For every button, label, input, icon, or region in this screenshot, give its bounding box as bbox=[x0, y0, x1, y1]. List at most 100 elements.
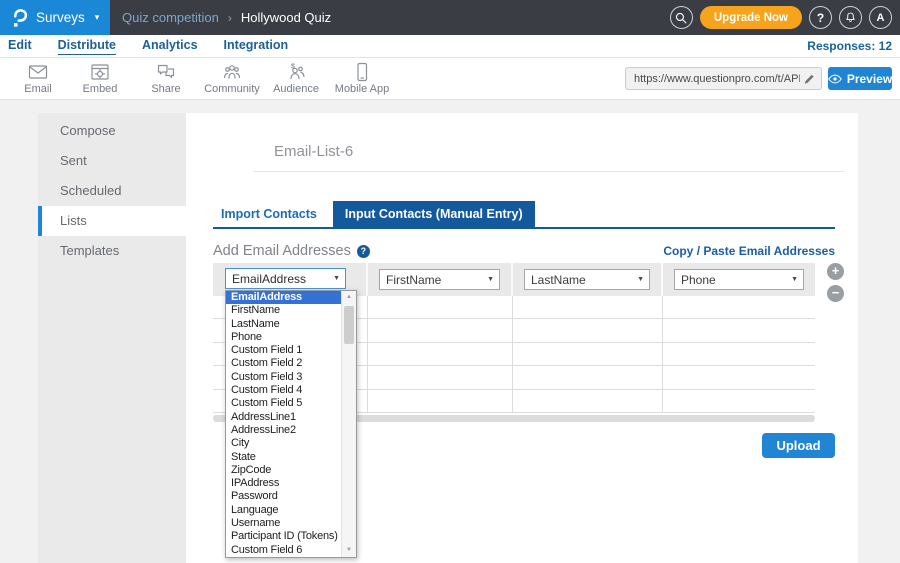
dropdown-option-phone[interactable]: Phone bbox=[226, 331, 356, 344]
table-cell-input[interactable] bbox=[513, 296, 663, 318]
table-cell-input[interactable] bbox=[513, 319, 663, 341]
tab-import-contacts[interactable]: Import Contacts bbox=[213, 201, 325, 227]
dropdown-option-addressline1[interactable]: AddressLine1 bbox=[226, 411, 356, 424]
table-cell-input[interactable] bbox=[368, 343, 513, 365]
survey-url-input[interactable] bbox=[626, 73, 803, 85]
add-row-button[interactable]: + bbox=[827, 263, 844, 280]
toolbar-item-label: Community bbox=[204, 83, 260, 95]
section-heading: Add Email Addresses ? bbox=[213, 243, 370, 259]
select-arrow-icon: ▼ bbox=[487, 276, 494, 283]
tab-input-contacts-manual-entry[interactable]: Input Contacts (Manual Entry) bbox=[333, 201, 535, 227]
preview-label: Preview bbox=[847, 72, 892, 86]
search-button[interactable] bbox=[670, 6, 693, 29]
nav-item-edit[interactable]: Edit bbox=[8, 38, 32, 54]
table-cell-input[interactable] bbox=[368, 366, 513, 388]
dropdown-option-custom-field-6[interactable]: Custom Field 6 bbox=[226, 544, 356, 557]
sidebar-item-sent[interactable]: Sent bbox=[38, 146, 186, 176]
select-arrow-icon: ▼ bbox=[333, 275, 340, 282]
sidebar-item-lists[interactable]: Lists bbox=[38, 206, 186, 236]
distribute-toolbar: Email Embed Share Community $ Audience M… bbox=[0, 58, 900, 100]
questionpro-logo-icon bbox=[11, 7, 28, 29]
avatar[interactable]: A bbox=[869, 6, 892, 29]
toolbar-item-audience[interactable]: $ Audience bbox=[272, 61, 320, 95]
responses-count[interactable]: Responses: 12 bbox=[807, 39, 892, 53]
dropdown-option-username[interactable]: Username bbox=[226, 517, 356, 530]
column-select-value: FirstName bbox=[386, 273, 441, 287]
table-cell-input[interactable] bbox=[663, 390, 815, 412]
dropdown-option-custom-field-2[interactable]: Custom Field 2 bbox=[226, 357, 356, 370]
nav-item-distribute[interactable]: Distribute bbox=[58, 38, 116, 55]
table-cell-input[interactable] bbox=[513, 390, 663, 412]
dropdown-option-emailaddress[interactable]: EmailAddress bbox=[226, 291, 356, 304]
dropdown-option-participant-id-tokens[interactable]: Participant ID (Tokens) bbox=[226, 530, 356, 543]
notifications-button[interactable] bbox=[839, 6, 862, 29]
dropdown-option-ipaddress[interactable]: IPAddress bbox=[226, 477, 356, 490]
sidebar-item-compose[interactable]: Compose bbox=[38, 116, 186, 146]
share-icon bbox=[142, 61, 190, 83]
dropdown-option-zipcode[interactable]: ZipCode bbox=[226, 464, 356, 477]
column-select-firstname[interactable]: FirstName ▼ bbox=[379, 269, 500, 290]
sidebar-item-scheduled[interactable]: Scheduled bbox=[38, 176, 186, 206]
content-area: Compose Sent Scheduled Lists Templates E… bbox=[0, 100, 900, 563]
sidebar-item-templates[interactable]: Templates bbox=[38, 236, 186, 266]
dropdown-option-custom-field-3[interactable]: Custom Field 3 bbox=[226, 371, 356, 384]
survey-url-group bbox=[625, 67, 822, 90]
dropdown-option-custom-field-5[interactable]: Custom Field 5 bbox=[226, 397, 356, 410]
table-cell-input[interactable] bbox=[513, 366, 663, 388]
dropdown-option-custom-field-1[interactable]: Custom Field 1 bbox=[226, 344, 356, 357]
select-arrow-icon: ▼ bbox=[637, 276, 644, 283]
table-cell-input[interactable] bbox=[663, 319, 815, 341]
surveys-menu-button[interactable]: Surveys ▾ bbox=[0, 0, 110, 35]
dropdown-scrollbar-thumb[interactable] bbox=[344, 306, 354, 344]
table-cell-input[interactable] bbox=[368, 390, 513, 412]
tab-underline bbox=[213, 227, 835, 229]
upgrade-now-button[interactable]: Upgrade Now bbox=[700, 6, 802, 29]
table-cell-input[interactable] bbox=[663, 343, 815, 365]
header-cell-lastname: LastName ▼ bbox=[513, 263, 663, 296]
breadcrumb-parent[interactable]: Quiz competition bbox=[122, 10, 219, 25]
dropdown-option-firstname[interactable]: FirstName bbox=[226, 304, 356, 317]
edit-url-pencil-icon[interactable] bbox=[803, 73, 821, 85]
dropdown-option-city[interactable]: City bbox=[226, 437, 356, 450]
question-mark-icon: ? bbox=[817, 11, 824, 25]
column-select-emailaddress-open[interactable]: EmailAddress ▼ bbox=[225, 268, 346, 289]
dropdown-option-password[interactable]: Password bbox=[226, 490, 356, 503]
table-cell-input[interactable] bbox=[368, 296, 513, 318]
survey-nav: Edit Distribute Analytics Integration Re… bbox=[0, 35, 900, 58]
dropdown-option-language[interactable]: Language bbox=[226, 504, 356, 517]
scroll-up-icon[interactable]: ▲ bbox=[342, 291, 356, 304]
toolbar-item-embed[interactable]: Embed bbox=[76, 61, 124, 95]
toolbar-item-label: Audience bbox=[273, 83, 319, 95]
toolbar-item-share[interactable]: Share bbox=[142, 61, 190, 95]
toolbar-item-email[interactable]: Email bbox=[14, 61, 62, 95]
dropdown-scrollbar[interactable]: ▲ ▼ bbox=[341, 291, 356, 557]
dropdown-option-custom-field-4[interactable]: Custom Field 4 bbox=[226, 384, 356, 397]
column-select-value: EmailAddress bbox=[232, 272, 306, 286]
table-cell-input[interactable] bbox=[663, 366, 815, 388]
table-cell-input[interactable] bbox=[513, 343, 663, 365]
email-icon bbox=[14, 61, 62, 83]
nav-item-analytics[interactable]: Analytics bbox=[142, 38, 198, 54]
mobile-app-icon bbox=[330, 61, 394, 83]
toolbar-item-community[interactable]: Community bbox=[203, 61, 261, 95]
dropdown-option-addressline2[interactable]: AddressLine2 bbox=[226, 424, 356, 437]
upload-button[interactable]: Upload bbox=[762, 433, 835, 458]
toolbar-item-mobile-app[interactable]: Mobile App bbox=[330, 61, 394, 95]
column-select-phone[interactable]: Phone ▼ bbox=[674, 269, 804, 290]
dropdown-option-state[interactable]: State bbox=[226, 451, 356, 464]
help-icon[interactable]: ? bbox=[357, 245, 370, 258]
column-select-lastname[interactable]: LastName ▼ bbox=[524, 269, 650, 290]
chevron-down-icon: ▾ bbox=[95, 12, 100, 23]
table-cell-input[interactable] bbox=[663, 296, 815, 318]
search-icon bbox=[674, 11, 688, 25]
dropdown-option-lastname[interactable]: LastName bbox=[226, 318, 356, 331]
help-button[interactable]: ? bbox=[809, 6, 832, 29]
preview-button[interactable]: Preview bbox=[828, 67, 892, 90]
nav-item-integration[interactable]: Integration bbox=[224, 38, 289, 54]
page-title: Email-List-6 bbox=[274, 143, 353, 160]
scroll-down-icon[interactable]: ▼ bbox=[342, 544, 356, 557]
copy-paste-email-addresses-link[interactable]: Copy / Paste Email Addresses bbox=[663, 244, 835, 258]
table-cell-input[interactable] bbox=[368, 319, 513, 341]
remove-row-button[interactable]: − bbox=[827, 285, 844, 302]
select-arrow-icon: ▼ bbox=[791, 276, 798, 283]
